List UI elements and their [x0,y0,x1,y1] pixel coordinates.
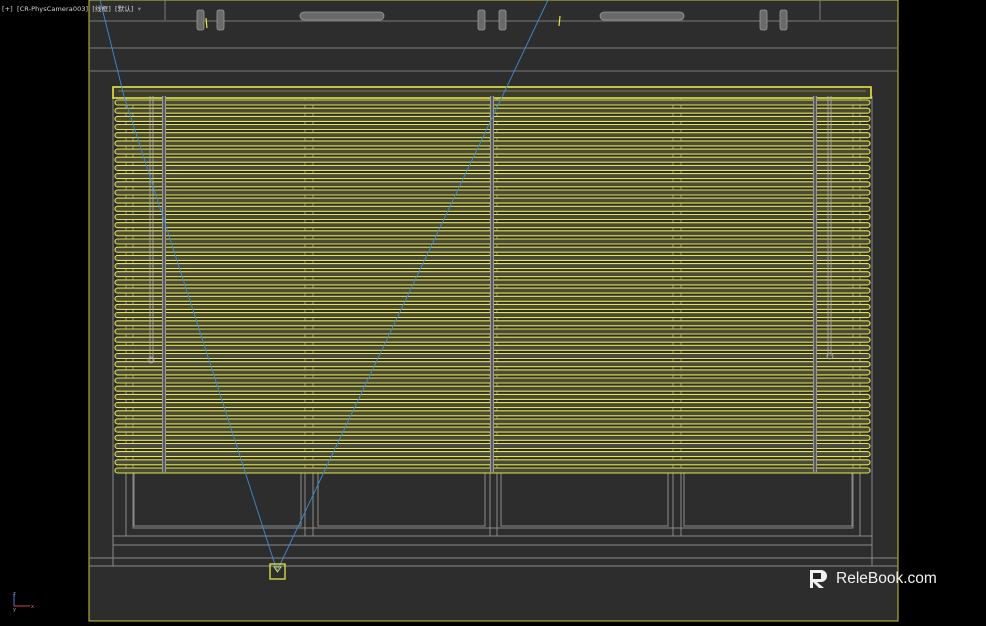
viewport-view-mode[interactable]: [默认] [115,5,133,13]
axis-z-label: z [13,591,16,597]
relebook-logo-icon [810,570,827,588]
viewport-label[interactable]: [+] [CR-PhysCamera003] [线框] [默认] ▾ [2,3,143,13]
axis-x-label: x [31,604,34,610]
wireframe-scene[interactable] [0,0,986,622]
watermark: ReleBook.com [808,568,937,590]
filter-icon[interactable]: ▾ [138,5,141,13]
viewport-camera-name[interactable]: [CR-PhysCamera003] [17,5,88,13]
watermark-text: ReleBook.com [836,570,937,587]
viewport-shading-mode[interactable]: [线框] [92,5,110,13]
axis-y-label: y [13,607,16,612]
viewport-plus-menu[interactable]: [+] [2,5,13,13]
axis-gizmo: z x y [13,591,34,612]
camera-viewport[interactable]: [+] [CR-PhysCamera003] [线框] [默认] ▾ z x y… [0,0,986,622]
